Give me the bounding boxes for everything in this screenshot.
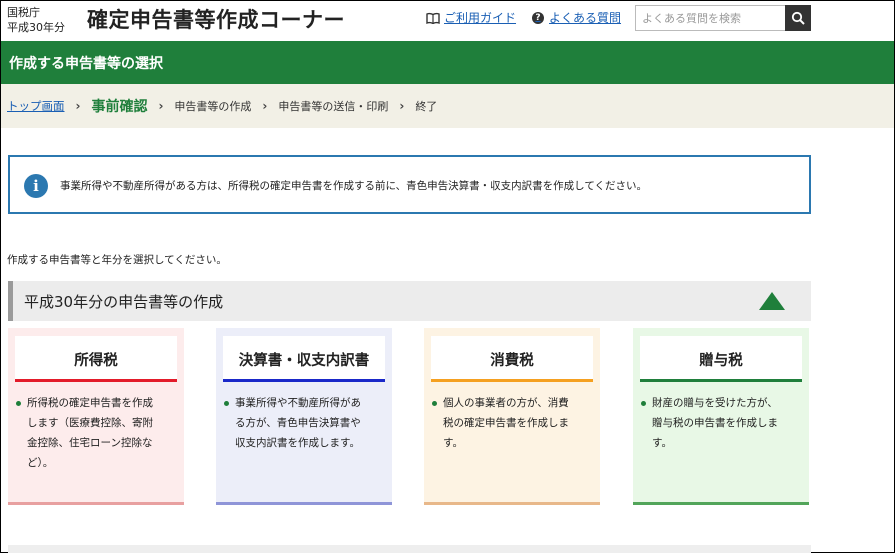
card-description-line: る方が、青色申告決算書や xyxy=(235,417,361,429)
site-header: 国税庁 平成30年分 確定申告書等作成コーナー ご利用ガイド ? よくある質問 xyxy=(1,1,894,41)
search-button[interactable] xyxy=(785,5,811,31)
section-accent-bar xyxy=(8,281,13,321)
breadcrumb-step-send: 申告書等の送信・印刷 xyxy=(278,100,389,113)
tax-year: 平成30年分 xyxy=(7,21,65,34)
card-description-line: 収支内訳書を作成します。 xyxy=(235,437,360,449)
card-description-line: 金控除、住宅ローン控除な xyxy=(27,437,153,449)
card-description: 個人の事業者の方が、消費 税の確定申告書を作成しま す。 xyxy=(432,393,594,453)
card-title-underline xyxy=(15,379,177,382)
card-description-line: 所得税の確定申告書を作成 xyxy=(27,397,153,409)
card-description-line: 事業所得や不動産所得があ xyxy=(235,397,361,409)
card-description-line: 財産の贈与を受けた方が、 xyxy=(652,397,778,409)
card-title: 贈与税 xyxy=(640,336,802,382)
section-title: 平成30年分の申告書等の作成 xyxy=(24,293,224,311)
card-income-tax[interactable]: 所得税 所得税の確定申告書を作成 します（医療費控除、寄附 金控除、住宅ローン控… xyxy=(8,328,184,505)
card-gift-tax[interactable]: 贈与税 財産の贈与を受けた方が、 贈与税の申告書を作成しま す。 xyxy=(633,328,809,505)
page-heading-bar: 作成する申告書等の選択 xyxy=(1,41,894,84)
site-title: 確定申告書等作成コーナー xyxy=(87,8,345,32)
card-bottom-border xyxy=(216,502,392,505)
page: 国税庁 平成30年分 確定申告書等作成コーナー ご利用ガイド ? よくある質問 xyxy=(1,1,894,553)
faq-link-label: よくある質問 xyxy=(549,11,622,25)
breadcrumb-step-create: 申告書等の作成 xyxy=(174,100,252,113)
chevron-right-icon: › xyxy=(158,99,164,113)
card-bottom-border xyxy=(8,502,184,505)
guide-link-label: ご利用ガイド xyxy=(444,11,517,25)
chevron-right-icon: › xyxy=(399,99,405,113)
card-title-underline xyxy=(640,379,802,382)
card-description-line: す。 xyxy=(443,437,463,449)
card-bottom-border xyxy=(424,502,600,505)
card-financial-statements[interactable]: 決算書・収支内訳書 事業所得や不動産所得があ る方が、青色申告決算書や 収支内訳… xyxy=(216,328,392,505)
card-title-underline xyxy=(223,379,385,382)
card-title: 所得税 xyxy=(15,336,177,382)
card-description-line: 贈与税の申告書を作成しま xyxy=(652,417,778,429)
page-heading: 作成する申告書等の選択 xyxy=(9,56,163,72)
card-description-line: ど）。 xyxy=(27,457,54,469)
info-message: 事業所得や不動産所得がある方は、所得税の確定申告書を作成する前に、青色申告決算書… xyxy=(60,180,648,192)
card-description-line: 税の確定申告書を作成しま xyxy=(443,417,569,429)
section-header[interactable]: 平成30年分の申告書等の作成 xyxy=(8,281,811,321)
faq-search xyxy=(635,5,811,31)
card-description: 事業所得や不動産所得があ る方が、青色申告決算書や 収支内訳書を作成します。 xyxy=(224,393,386,453)
bullet-dot-icon xyxy=(432,401,437,406)
info-notice: i 事業所得や不動産所得がある方は、所得税の確定申告書を作成する前に、青色申告決… xyxy=(8,155,811,214)
collapse-triangle-icon[interactable] xyxy=(758,291,786,311)
card-description-line: します（医療費控除、寄附 xyxy=(27,417,153,429)
intro-text: 作成する申告書等と年分を選択してください。 xyxy=(7,254,227,266)
breadcrumb-current-step: 事前確認 xyxy=(91,99,148,115)
faq-link[interactable]: ? よくある質問 xyxy=(532,9,621,26)
card-description: 所得税の確定申告書を作成 します（医療費控除、寄附 金控除、住宅ローン控除な ど… xyxy=(16,393,178,473)
agency-name: 国税庁 xyxy=(7,6,40,19)
faq-search-input[interactable] xyxy=(635,5,785,31)
bullet-dot-icon xyxy=(224,401,229,406)
breadcrumb: トップ画面 › 事前確認 › 申告書等の作成 › 申告書等の送信・印刷 › 終了 xyxy=(1,84,894,128)
guide-link[interactable]: ご利用ガイド xyxy=(426,9,516,26)
card-title: 消費税 xyxy=(431,336,593,382)
card-description: 財産の贈与を受けた方が、 贈与税の申告書を作成しま す。 xyxy=(641,393,803,453)
agency-block: 国税庁 平成30年分 xyxy=(7,5,65,35)
card-title-underline xyxy=(431,379,593,382)
card-consumption-tax[interactable]: 消費税 個人の事業者の方が、消費 税の確定申告書を作成しま す。 xyxy=(424,328,600,505)
card-bottom-border xyxy=(633,502,809,505)
breadcrumb-top-link[interactable]: トップ画面 xyxy=(7,98,65,114)
search-icon xyxy=(791,11,805,25)
breadcrumb-step-end: 終了 xyxy=(415,100,438,113)
card-description-line: す。 xyxy=(652,437,672,449)
card-description-line: 個人の事業者の方が、消費 xyxy=(443,397,569,409)
chevron-right-icon: › xyxy=(75,99,81,113)
next-section-edge xyxy=(8,545,811,553)
bullet-dot-icon xyxy=(16,401,21,406)
book-icon xyxy=(426,12,440,24)
question-circle-icon: ? xyxy=(532,11,544,24)
card-title: 決算書・収支内訳書 xyxy=(223,336,385,382)
bullet-dot-icon xyxy=(641,401,646,406)
chevron-right-icon: › xyxy=(262,99,268,113)
info-icon: i xyxy=(24,174,48,198)
